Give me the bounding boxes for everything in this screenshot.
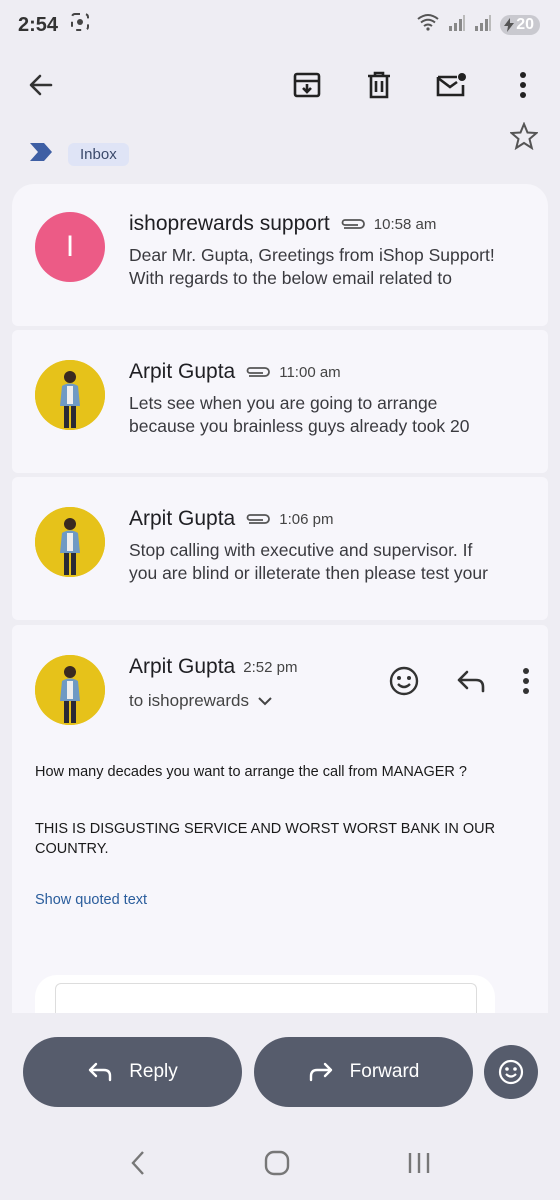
body-paragraph: COUNTRY. xyxy=(35,841,109,857)
avatar: I xyxy=(35,212,105,282)
avatar xyxy=(35,507,105,577)
arrow-left-icon xyxy=(29,74,53,96)
battery-indicator: 20 xyxy=(500,15,540,35)
show-quoted-text-link[interactable]: Show quoted text xyxy=(35,892,147,908)
body-paragraph: THIS IS DISGUSTING SERVICE AND WORST WOR… xyxy=(35,821,496,837)
important-marker-icon[interactable] xyxy=(28,141,54,168)
battery-level: 20 xyxy=(516,16,534,33)
mark-unread-button[interactable] xyxy=(434,68,468,102)
recipients-text: to ishoprewards xyxy=(129,691,250,710)
add-reaction-button[interactable] xyxy=(388,665,420,702)
screenshot-icon xyxy=(70,12,90,38)
attachment-icon xyxy=(341,219,365,229)
app-bar xyxy=(0,55,560,115)
person-photo-icon xyxy=(35,655,105,725)
emoji-icon xyxy=(498,1059,524,1085)
forward-button[interactable]: Forward xyxy=(254,1037,473,1107)
message-card-1[interactable]: I ishoprewards support 10:58 am Dear Mr.… xyxy=(12,184,548,326)
nav-home-button[interactable] xyxy=(264,1150,290,1181)
message-card-expanded: Arpit Gupta 2:52 pm to ishoprewards How … xyxy=(12,625,548,1025)
snippet-line: because you brainless guys already took … xyxy=(129,416,470,436)
snippet-line: With regards to the below email related … xyxy=(129,268,452,288)
signal-icon xyxy=(448,14,466,37)
archive-button[interactable] xyxy=(290,68,324,102)
recipients-toggle[interactable]: to ishoprewards xyxy=(129,691,273,711)
sender-name: ishoprewards support xyxy=(129,212,330,235)
sender-line: Arpit Gupta 11:00 am xyxy=(129,360,341,384)
sender-name: Arpit Gupta xyxy=(129,655,236,678)
message-more-button[interactable] xyxy=(522,667,530,700)
chevron-left-icon xyxy=(131,1150,144,1175)
message-time: 10:58 am xyxy=(373,215,437,233)
snippet-line: Lets see when you are going to arrange xyxy=(129,393,438,413)
home-circle-icon xyxy=(264,1150,290,1175)
body-paragraph: How many decades you want to arrange the… xyxy=(35,764,467,780)
reply-button[interactable]: Reply xyxy=(23,1037,242,1107)
recents-icon xyxy=(409,1152,430,1173)
nav-back-button[interactable] xyxy=(129,1149,147,1182)
back-button[interactable] xyxy=(24,68,58,102)
reply-icon xyxy=(457,670,485,693)
message-time: 1:06 pm xyxy=(279,510,334,528)
message-card-3[interactable]: Arpit Gupta 1:06 pm Stop calling with ex… xyxy=(12,477,548,620)
archive-icon xyxy=(293,72,321,98)
person-photo-icon xyxy=(35,507,105,577)
snippet-line: Dear Mr. Gupta, Greetings from iShop Sup… xyxy=(129,245,495,265)
snippet-line: you are blind or illeterate then please … xyxy=(129,563,488,583)
more-options-button[interactable] xyxy=(506,68,540,102)
sender-name: Arpit Gupta xyxy=(129,507,236,530)
more-vert-icon xyxy=(520,72,526,98)
person-photo-icon xyxy=(35,360,105,430)
inbox-label-chip[interactable]: Inbox xyxy=(68,142,129,166)
react-button[interactable] xyxy=(484,1045,538,1099)
reply-message-button[interactable] xyxy=(456,668,486,699)
sender-line: Arpit Gupta 2:52 pm xyxy=(129,655,297,679)
forward-icon xyxy=(309,1062,332,1082)
message-time: 11:00 am xyxy=(279,363,341,381)
system-nav-bar xyxy=(0,1143,560,1187)
bottom-action-bar: Reply Forward xyxy=(0,1013,560,1200)
forward-label: Forward xyxy=(349,1061,420,1082)
snippet-line: Stop calling with executive and supervis… xyxy=(129,540,473,560)
message-card-2[interactable]: Arpit Gupta 11:00 am Lets see when you a… xyxy=(12,330,548,473)
star-icon[interactable] xyxy=(508,121,540,155)
bolt-icon xyxy=(504,18,515,32)
delete-button[interactable] xyxy=(362,68,396,102)
emoji-icon xyxy=(389,666,419,696)
sender-line: ishoprewards support 10:58 am xyxy=(129,212,436,236)
sender-line: Arpit Gupta 1:06 pm xyxy=(129,507,333,531)
chevron-down-icon xyxy=(258,697,272,706)
more-vert-icon xyxy=(523,668,529,694)
label-row: Inbox xyxy=(0,132,560,176)
reply-label: Reply xyxy=(129,1061,178,1082)
attachment-icon xyxy=(246,367,271,377)
avatar xyxy=(35,360,105,430)
sender-name: Arpit Gupta xyxy=(129,360,236,383)
trash-icon xyxy=(368,71,390,99)
attachment-icon xyxy=(246,514,271,524)
message-time: 2:52 pm xyxy=(243,658,298,676)
status-time: 2:54 xyxy=(18,13,59,36)
status-bar: 2:54 20 xyxy=(0,0,560,50)
reply-icon xyxy=(89,1062,112,1082)
mail-unread-icon xyxy=(436,73,466,97)
signal-icon-2 xyxy=(474,14,492,37)
wifi-icon xyxy=(416,13,440,37)
nav-recents-button[interactable] xyxy=(407,1150,431,1181)
avatar xyxy=(35,655,105,725)
